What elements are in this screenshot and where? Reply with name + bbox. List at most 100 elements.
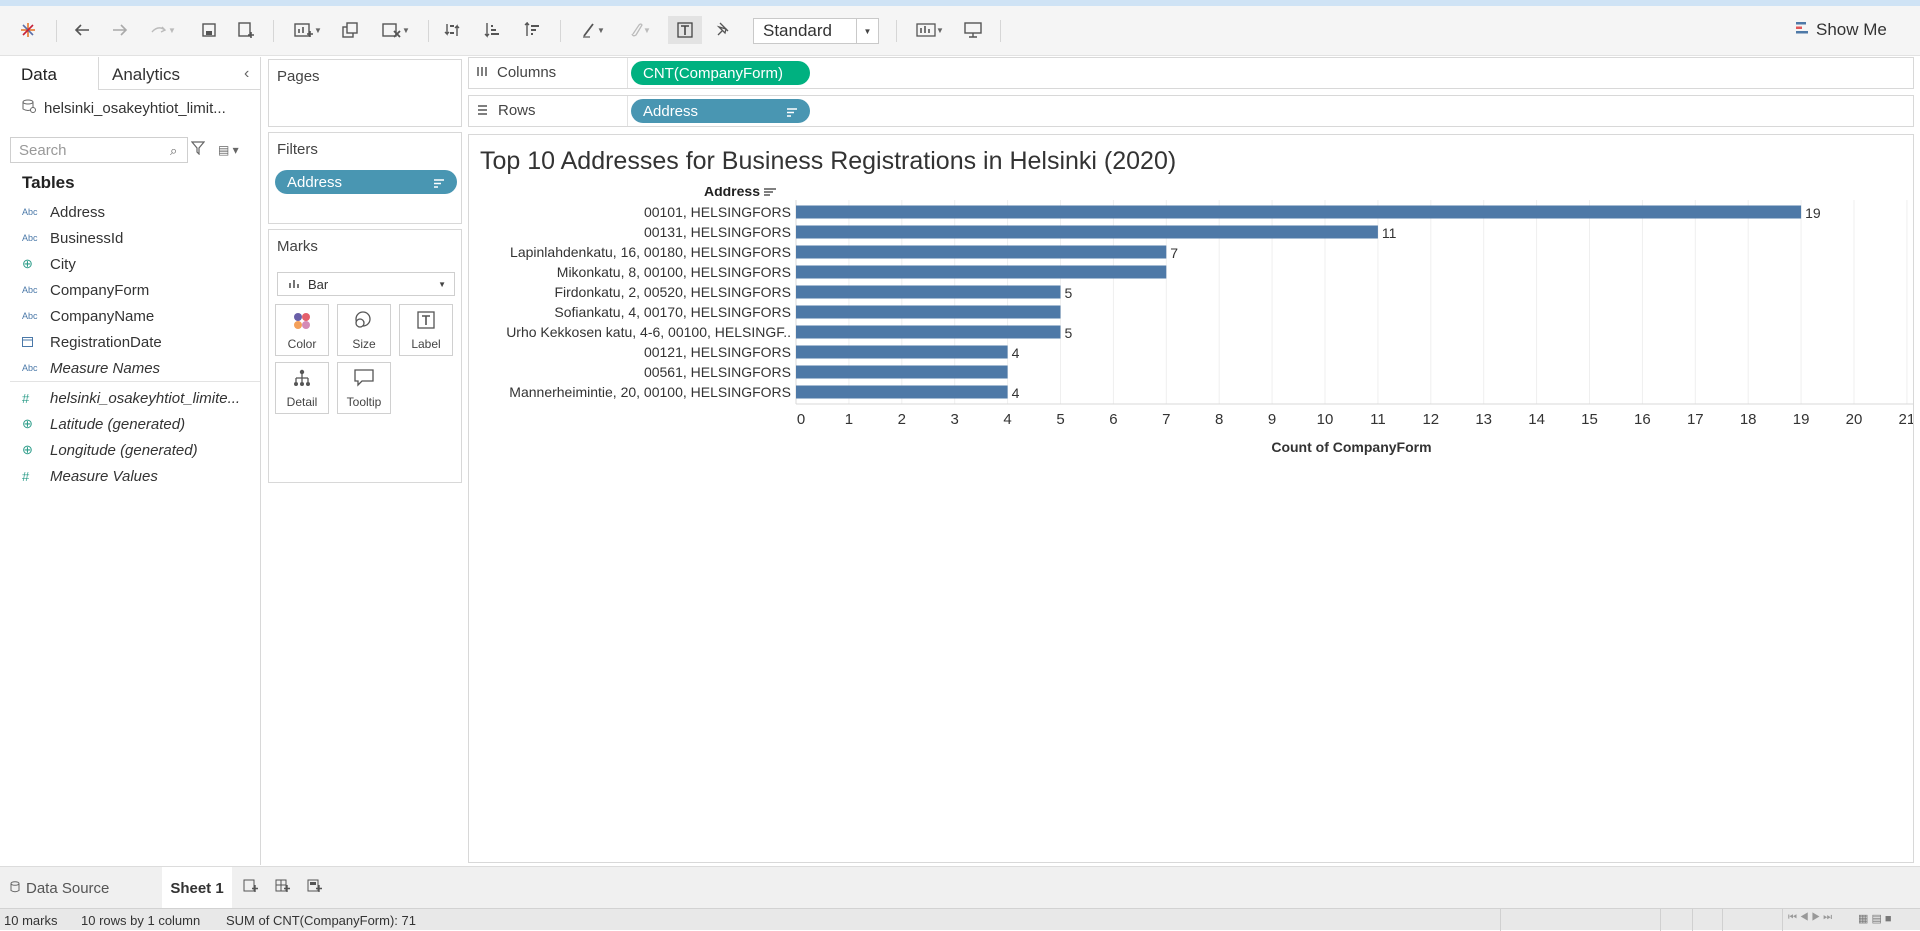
- tab-sheet-1[interactable]: Sheet 1: [162, 867, 232, 909]
- label-label: Label: [411, 337, 441, 351]
- category-label: Firdonkatu, 2, 00520, HELSINGFORS: [554, 284, 791, 300]
- color-button[interactable]: Color: [275, 304, 329, 356]
- row-header: Address: [704, 187, 760, 199]
- number-type-icon: #: [22, 468, 30, 484]
- view-mode-icons[interactable]: ▦ ▤ ■: [1858, 912, 1892, 925]
- x-tick-label: 2: [898, 411, 906, 428]
- fit-icon[interactable]: ▼: [910, 16, 950, 44]
- group-icon[interactable]: ▼: [622, 16, 658, 44]
- collapse-pane-icon[interactable]: ‹: [244, 65, 249, 83]
- tableau-logo-icon[interactable]: [16, 16, 40, 44]
- tooltip-label: Tooltip: [346, 395, 382, 409]
- field-businessid[interactable]: Abc BusinessId: [22, 227, 123, 249]
- filters-heading: Filters: [277, 141, 318, 158]
- duplicate-icon[interactable]: [338, 16, 362, 44]
- show-labels-icon[interactable]: [668, 16, 702, 44]
- new-story-icon[interactable]: [307, 879, 323, 897]
- x-tick-label: 3: [951, 411, 959, 428]
- new-dashboard-icon[interactable]: [275, 879, 291, 897]
- pages-card[interactable]: Pages: [268, 59, 462, 127]
- datasource-tab-label: Data Source: [26, 880, 110, 897]
- chevron-down-icon: ▼: [438, 280, 446, 289]
- x-tick-label: 14: [1528, 411, 1545, 428]
- new-worksheet-icon[interactable]: ▼: [288, 16, 328, 44]
- category-label: 00131, HELSINGFORS: [644, 224, 791, 240]
- data-label: 7: [1170, 245, 1178, 261]
- show-me-button[interactable]: Show Me: [1796, 20, 1887, 40]
- filters-card[interactable]: Filters Address: [268, 132, 462, 224]
- x-tick-label: 21: [1899, 411, 1913, 428]
- tooltip-icon: [338, 369, 390, 387]
- undo-icon[interactable]: [70, 16, 94, 44]
- number-type-icon: #: [22, 390, 30, 406]
- fit-select[interactable]: Standard ▼: [753, 18, 879, 44]
- category-label: 00121, HELSINGFORS: [644, 344, 791, 360]
- category-label: Lapinlahdenkatu, 16, 00180, HELSINGFORS: [510, 244, 791, 260]
- detail-button[interactable]: Detail: [275, 362, 329, 414]
- rows-shelf[interactable]: Rows Address: [468, 95, 1914, 127]
- field-latitude[interactable]: ⊕ Latitude (generated): [22, 413, 185, 435]
- x-tick-label: 13: [1475, 411, 1492, 428]
- filter-icon[interactable]: [190, 141, 206, 158]
- search-icon[interactable]: ⌕: [170, 143, 177, 159]
- x-tick-label: 4: [1003, 411, 1011, 428]
- view-options-icon[interactable]: ▤ ▾: [218, 143, 239, 157]
- data-label: 4: [1012, 345, 1020, 361]
- bar: [796, 205, 1802, 219]
- columns-pill-label: CNT(CompanyForm): [643, 64, 784, 82]
- field-longitude[interactable]: ⊕ Longitude (generated): [22, 439, 198, 461]
- field-companyform[interactable]: Abc CompanyForm: [22, 279, 149, 301]
- color-label: Color: [287, 337, 317, 351]
- sort-asc-icon[interactable]: [480, 16, 504, 44]
- page-nav-icons[interactable]: ⏮ ◀ ▶ ⏭: [1788, 912, 1832, 923]
- clear-sheet-icon[interactable]: ▼: [376, 16, 416, 44]
- rows-icon: [477, 102, 488, 119]
- search-input[interactable]: Search: [10, 137, 188, 163]
- sort-icon: [433, 176, 445, 193]
- marks-heading: Marks: [277, 238, 318, 255]
- tooltip-button[interactable]: Tooltip: [337, 362, 391, 414]
- rows-pill-address[interactable]: Address: [631, 99, 810, 123]
- presentation-icon[interactable]: [960, 16, 986, 44]
- datasource-tab[interactable]: Data Source: [10, 880, 109, 897]
- pages-heading: Pages: [277, 68, 320, 85]
- new-worksheet-icon[interactable]: [243, 879, 259, 897]
- sort-desc-icon[interactable]: [520, 16, 544, 44]
- replay-icon[interactable]: ▼: [146, 16, 180, 44]
- redo-icon[interactable]: [108, 16, 132, 44]
- rows-pill-label: Address: [643, 102, 699, 120]
- tab-data[interactable]: Data: [21, 65, 57, 85]
- field-registrationdate[interactable]: RegistrationDate: [22, 331, 162, 353]
- x-tick-label: 12: [1422, 411, 1439, 428]
- columns-shelf[interactable]: Columns CNT(CompanyForm): [468, 57, 1914, 89]
- field-city[interactable]: ⊕ City: [22, 253, 76, 275]
- swap-icon[interactable]: [440, 16, 464, 44]
- field-record-count[interactable]: # helsinki_osakeyhtiot_limite...: [22, 387, 240, 409]
- columns-label: Columns: [497, 64, 557, 81]
- pin-icon[interactable]: [710, 16, 734, 44]
- field-address[interactable]: Abc Address: [22, 201, 105, 223]
- tab-analytics[interactable]: Analytics: [112, 65, 180, 85]
- data-label: 5: [1065, 325, 1073, 341]
- category-label: 00101, HELSINGFORS: [644, 204, 791, 220]
- datasource-item[interactable]: helsinki_osakeyhtiot_limit...: [22, 99, 226, 117]
- string-type-icon: Abc: [22, 363, 38, 373]
- highlight-icon[interactable]: ▼: [575, 16, 611, 44]
- x-tick-label: 5: [1056, 411, 1064, 428]
- mark-type-select[interactable]: Bar ▼: [277, 272, 455, 296]
- size-button[interactable]: Size: [337, 304, 391, 356]
- field-companyname[interactable]: Abc CompanyName: [22, 305, 154, 327]
- status-sum: SUM of CNT(CompanyForm): 71: [226, 913, 416, 928]
- columns-pill-cnt-companyform[interactable]: CNT(CompanyForm): [631, 61, 810, 85]
- field-measure-values[interactable]: # Measure Values: [22, 465, 158, 487]
- new-datasource-icon[interactable]: [235, 16, 259, 44]
- save-icon[interactable]: [197, 16, 221, 44]
- field-measure-names[interactable]: Abc Measure Names: [22, 357, 160, 379]
- label-button[interactable]: Label: [399, 304, 453, 356]
- x-tick-label: 18: [1740, 411, 1757, 428]
- datasource-name: helsinki_osakeyhtiot_limit...: [44, 99, 226, 117]
- sort-icon: [786, 105, 798, 122]
- filter-pill-address[interactable]: Address: [275, 170, 457, 194]
- detail-label: Detail: [286, 395, 318, 409]
- sheet-tab-label: Sheet 1: [170, 879, 224, 897]
